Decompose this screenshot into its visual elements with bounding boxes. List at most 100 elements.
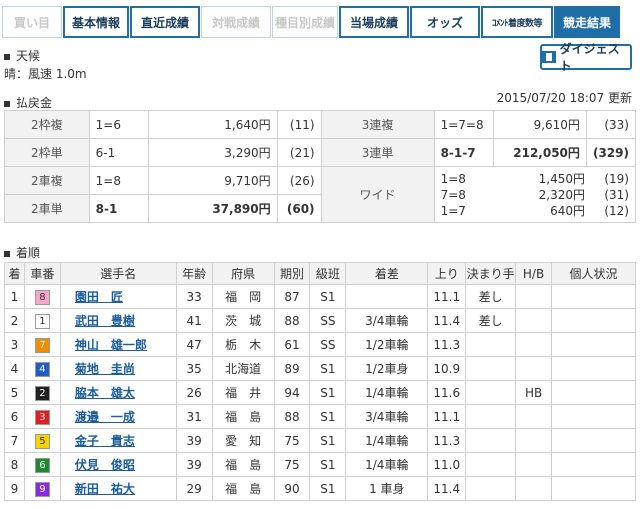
tab-1[interactable]: 基本情報 — [63, 6, 129, 38]
result-pref: 栃 木 — [211, 332, 275, 357]
result-rank: 6 — [4, 404, 25, 429]
result-row: 2 1 武田 豊樹 41 茨 城 88 SS 3/4車輪 11.4 差し — [4, 308, 636, 333]
wide-payout-cell: 1=8 1,450円 (19) 7=8 2,320円 (31) 1=7 640円… — [433, 166, 637, 223]
result-kimari: 差し — [465, 308, 517, 333]
result-hb — [515, 476, 553, 501]
tab-2[interactable]: 直近成績 — [130, 6, 200, 38]
result-pref: 福 島 — [211, 452, 275, 477]
tab-8[interactable]: 競走結果 — [554, 6, 620, 38]
payout-label: 2枠単 — [4, 138, 90, 167]
result-row: 8 6 伏見 俊昭 39 福 島 75 S1 1/4車輪 11.0 — [4, 452, 636, 477]
rider-name-link[interactable]: 金子 貴志 — [75, 434, 135, 448]
payout-popularity: (11) — [276, 110, 322, 139]
result-name: 伏見 俊昭 — [59, 452, 177, 477]
results-col-header: 期別 — [273, 262, 311, 285]
payout-row: 2枠単 6-1 3,290円 (21) 3連単 8-1-7 212,050円 (… — [4, 138, 637, 167]
result-name: 新田 祐大 — [59, 476, 177, 501]
rider-name-link[interactable]: 伏見 俊昭 — [75, 458, 135, 472]
payout-amount: 9,710円 — [148, 166, 278, 195]
tab-5[interactable]: 当場成績 — [339, 6, 409, 38]
tab-6[interactable]: オッズ — [410, 6, 480, 38]
result-diff: 1/4車輪 — [345, 380, 429, 405]
rider-name-link[interactable]: 渡邉 一成 — [75, 410, 135, 424]
result-rank: 8 — [4, 452, 25, 477]
result-row: 7 5 金子 貴志 39 愛 知 75 S1 1/4車輪 11.3 — [4, 428, 636, 453]
tab-bar: 買い目 基本情報 直近成績 対戦成績 種目別成績 当場成績 オッズ ｺﾒﾝﾄ着度数等 競走結果 — [2, 6, 638, 38]
bike-number-badge: 9 — [34, 481, 50, 497]
result-cls: S1 — [309, 452, 347, 477]
result-diff: 1/2車輪 — [345, 332, 429, 357]
result-name: 脇本 雄太 — [59, 380, 177, 405]
result-diff — [345, 284, 429, 309]
result-num: 2 — [23, 380, 61, 405]
result-age: 41 — [175, 308, 213, 333]
result-name: 園田 匠 — [59, 284, 177, 309]
result-kimari — [465, 428, 517, 453]
result-num: 3 — [23, 404, 61, 429]
wide-line: 1=7 640円 (12) — [440, 203, 629, 218]
result-diff: 3/4車輪 — [345, 308, 429, 333]
result-cls: SS — [309, 332, 347, 357]
result-age: 39 — [175, 452, 213, 477]
payout-label: 2車複 — [4, 166, 90, 195]
digest-button[interactable]: ダイジェスト — [540, 42, 632, 73]
result-row: 4 4 菊地 圭尚 35 北海道 89 S1 1/2車身 10.9 — [4, 356, 636, 381]
rider-name-link[interactable]: 園田 匠 — [75, 290, 123, 304]
result-status — [551, 380, 636, 405]
result-cls: S1 — [309, 380, 347, 405]
result-age: 33 — [175, 284, 213, 309]
payout-heading: 払戻金 — [4, 94, 52, 111]
result-pref: 福 島 — [211, 476, 275, 501]
result-rank: 4 — [4, 356, 25, 381]
result-hb: HB — [515, 380, 553, 405]
updated-timestamp: 2015/07/20 18:07 更新 — [496, 91, 632, 105]
rider-name-link[interactable]: 新田 祐大 — [75, 482, 135, 496]
result-num: 5 — [23, 428, 61, 453]
results-col-header: 着 — [4, 262, 25, 285]
payout-amount: 3,290円 — [148, 138, 278, 167]
rider-name-link[interactable]: 菊地 圭尚 — [75, 362, 135, 376]
result-hb — [515, 404, 553, 429]
payout-amount: 37,890円 — [148, 194, 278, 223]
payout-combo: 1=6 — [88, 110, 150, 139]
result-term: 89 — [273, 356, 311, 381]
payout-label: 3連単 — [320, 138, 435, 167]
payout-amount: 1,640円 — [148, 110, 278, 139]
results-table: 着車番 選手名 年齢 府県 期別 級班 着差 上り 決まり手 H/B 個人状況 1 8 園田 匠 33 福 … — [4, 262, 636, 501]
payout-popularity: (21) — [276, 138, 322, 167]
payout-combo: 1=8 — [88, 166, 150, 195]
result-row: 5 2 脇本 雄太 26 福 井 94 S1 1/4車輪 11.6 HB — [4, 380, 636, 405]
results-header-row: 着車番 選手名 年齢 府県 期別 級班 着差 上り 決まり手 H/B 個人状況 — [4, 262, 636, 285]
results-col-header: 車番 — [23, 262, 61, 285]
result-term: 90 — [273, 476, 311, 501]
bike-number-badge: 8 — [34, 289, 50, 305]
payout-popularity: (60) — [276, 194, 322, 223]
bike-number-badge: 1 — [34, 313, 50, 329]
result-kimari — [465, 404, 517, 429]
result-rank: 3 — [4, 332, 25, 357]
tab-7[interactable]: ｺﾒﾝﾄ着度数等 — [481, 6, 553, 38]
result-agari: 11.1 — [427, 284, 467, 309]
rider-name-link[interactable]: 神山 雄一郎 — [75, 338, 147, 352]
result-row: 6 3 渡邉 一成 31 福 島 88 S1 3/4車輪 11.1 — [4, 404, 636, 429]
result-cls: S1 — [309, 428, 347, 453]
result-diff: 1 車身 — [345, 476, 429, 501]
result-agari: 11.0 — [427, 452, 467, 477]
result-diff: 1/4車輪 — [345, 428, 429, 453]
result-age: 35 — [175, 356, 213, 381]
rider-name-link[interactable]: 武田 豊樹 — [75, 314, 135, 328]
results-col-header: 上り — [427, 262, 467, 285]
bike-number-badge: 7 — [34, 337, 50, 353]
result-agari: 11.4 — [427, 308, 467, 333]
result-status — [551, 452, 636, 477]
result-status — [551, 284, 636, 309]
results-col-header: 個人状況 — [551, 262, 636, 285]
result-cls: S1 — [309, 404, 347, 429]
rider-name-link[interactable]: 脇本 雄太 — [75, 386, 135, 400]
tab-4: 種目別成績 — [272, 6, 338, 38]
result-agari: 10.9 — [427, 356, 467, 381]
result-pref: 茨 城 — [211, 308, 275, 333]
result-cls: SS — [309, 308, 347, 333]
result-rank: 9 — [4, 476, 25, 501]
result-kimari: 差し — [465, 284, 517, 309]
